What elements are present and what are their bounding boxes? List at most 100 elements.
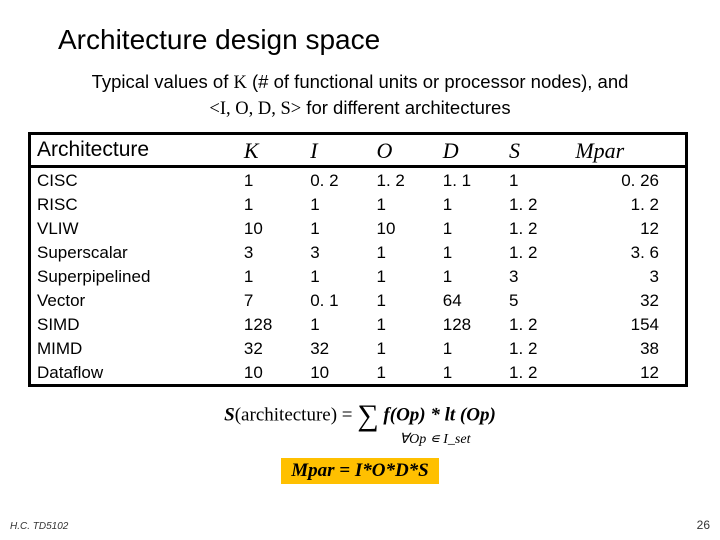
f-rhs2: ) * lt (: [419, 405, 466, 426]
cell-mpar: 12: [569, 360, 686, 386]
f-rhs1a: f(: [383, 405, 396, 426]
formula-s-architecture: S(architecture) = ∑ f(Op) * lt (Op): [28, 399, 692, 433]
subtitle-line2-pre: <: [209, 99, 219, 119]
cell-arch: Superscalar: [30, 240, 238, 264]
footer-left: H.C. TD5102: [10, 521, 68, 532]
cell-arch: CISC: [30, 166, 238, 192]
col-K: K: [238, 133, 304, 166]
f-op1: Op: [396, 405, 419, 426]
mpar-equation-wrap: Mpar = I*O*D*S: [28, 448, 692, 484]
cell-arch: RISC: [30, 192, 238, 216]
cell-mpar: 12: [569, 216, 686, 240]
cell: 1. 2: [370, 166, 436, 192]
cell: 1: [370, 288, 436, 312]
cell: 32: [238, 336, 304, 360]
cell-mpar: 0. 26: [569, 166, 686, 192]
table-row: CISC10. 21. 21. 110. 26: [30, 166, 687, 192]
cell: 64: [437, 288, 503, 312]
cell: 3: [304, 240, 370, 264]
table-row: MIMD3232111. 238: [30, 336, 687, 360]
f-rhs3: ): [490, 405, 496, 426]
cell-arch: MIMD: [30, 336, 238, 360]
cell: 1: [437, 192, 503, 216]
col-D: D: [437, 133, 503, 166]
cell: 1: [238, 166, 304, 192]
table-row: Vector70. 1164532: [30, 288, 687, 312]
f-rhs1: f(Op) * lt (Op): [383, 405, 495, 426]
subtitle-K: K: [234, 73, 247, 93]
cell: 1. 2: [503, 360, 569, 386]
subtitle-line1-post: (# of functional units or processor node…: [247, 71, 629, 92]
col-S: S: [503, 133, 569, 166]
sigma-icon: ∑: [357, 399, 378, 432]
subtitle-line2-gt: >: [291, 99, 301, 119]
cell: 1: [370, 240, 436, 264]
subtitle-line2-letters: I, O, D, S: [220, 99, 291, 119]
cell: 1: [304, 216, 370, 240]
f-arch: (architecture) =: [235, 405, 358, 426]
cell: 1: [304, 312, 370, 336]
subtitle-line2-post: for different architectures: [301, 97, 510, 118]
cell: 1: [370, 360, 436, 386]
cell: 1. 2: [503, 336, 569, 360]
architecture-table: Architecture K I O D S Mpar CISC10. 21. …: [28, 132, 688, 387]
cell: 1: [304, 192, 370, 216]
table-body: CISC10. 21. 21. 110. 26 RISC11111. 21. 2…: [30, 166, 687, 385]
cell: 10: [370, 216, 436, 240]
table-row: SIMD128111281. 2154: [30, 312, 687, 336]
cell: 1. 1: [437, 166, 503, 192]
cell: 1: [304, 264, 370, 288]
cell: 0. 1: [304, 288, 370, 312]
cell: 3: [238, 240, 304, 264]
cell-mpar: 38: [569, 336, 686, 360]
cell: 1. 2: [503, 240, 569, 264]
footer-right: 26: [697, 518, 710, 532]
formula-sub: ∀Op ∊ I_set: [178, 431, 692, 448]
cell: 1. 2: [503, 216, 569, 240]
cell-mpar: 3. 6: [569, 240, 686, 264]
table-row: Superpipelined111133: [30, 264, 687, 288]
f-S: S: [224, 405, 235, 426]
cell: 1: [370, 192, 436, 216]
table-header-row: Architecture K I O D S Mpar: [30, 133, 687, 166]
f-op2: Op: [466, 405, 489, 426]
cell-arch: Vector: [30, 288, 238, 312]
cell-mpar: 154: [569, 312, 686, 336]
col-Mpar: Mpar: [569, 133, 686, 166]
cell: 128: [437, 312, 503, 336]
mpar-equation: Mpar = I*O*D*S: [281, 458, 439, 484]
cell-mpar: 32: [569, 288, 686, 312]
cell: 32: [304, 336, 370, 360]
col-architecture: Architecture: [30, 133, 238, 166]
cell: 10: [304, 360, 370, 386]
cell: 5: [503, 288, 569, 312]
table-row: RISC11111. 21. 2: [30, 192, 687, 216]
cell: 1: [370, 312, 436, 336]
formula-block: S(architecture) = ∑ f(Op) * lt (Op) ∀Op …: [28, 399, 692, 484]
cell: 1. 2: [503, 192, 569, 216]
page-title: Architecture design space: [58, 24, 692, 56]
cell: 1: [437, 360, 503, 386]
cell: 128: [238, 312, 304, 336]
cell-arch: VLIW: [30, 216, 238, 240]
table-row: Superscalar33111. 23. 6: [30, 240, 687, 264]
cell: 1: [238, 264, 304, 288]
f-sub-text: Op ∊ I_set: [409, 432, 470, 447]
cell: 10: [238, 360, 304, 386]
table-row: Dataflow1010111. 212: [30, 360, 687, 386]
cell: 1: [437, 216, 503, 240]
cell: 1: [437, 336, 503, 360]
cell: 1: [370, 336, 436, 360]
cell: 1: [238, 192, 304, 216]
col-O: O: [370, 133, 436, 166]
cell-arch: Dataflow: [30, 360, 238, 386]
col-I: I: [304, 133, 370, 166]
cell-arch: Superpipelined: [30, 264, 238, 288]
cell: 10: [238, 216, 304, 240]
cell: 7: [238, 288, 304, 312]
forall-icon: ∀: [400, 432, 410, 447]
subtitle-line1-pre: Typical values of: [92, 71, 234, 92]
cell: 1: [437, 240, 503, 264]
cell-mpar: 3: [569, 264, 686, 288]
subtitle: Typical values of K (# of functional uni…: [28, 70, 692, 122]
